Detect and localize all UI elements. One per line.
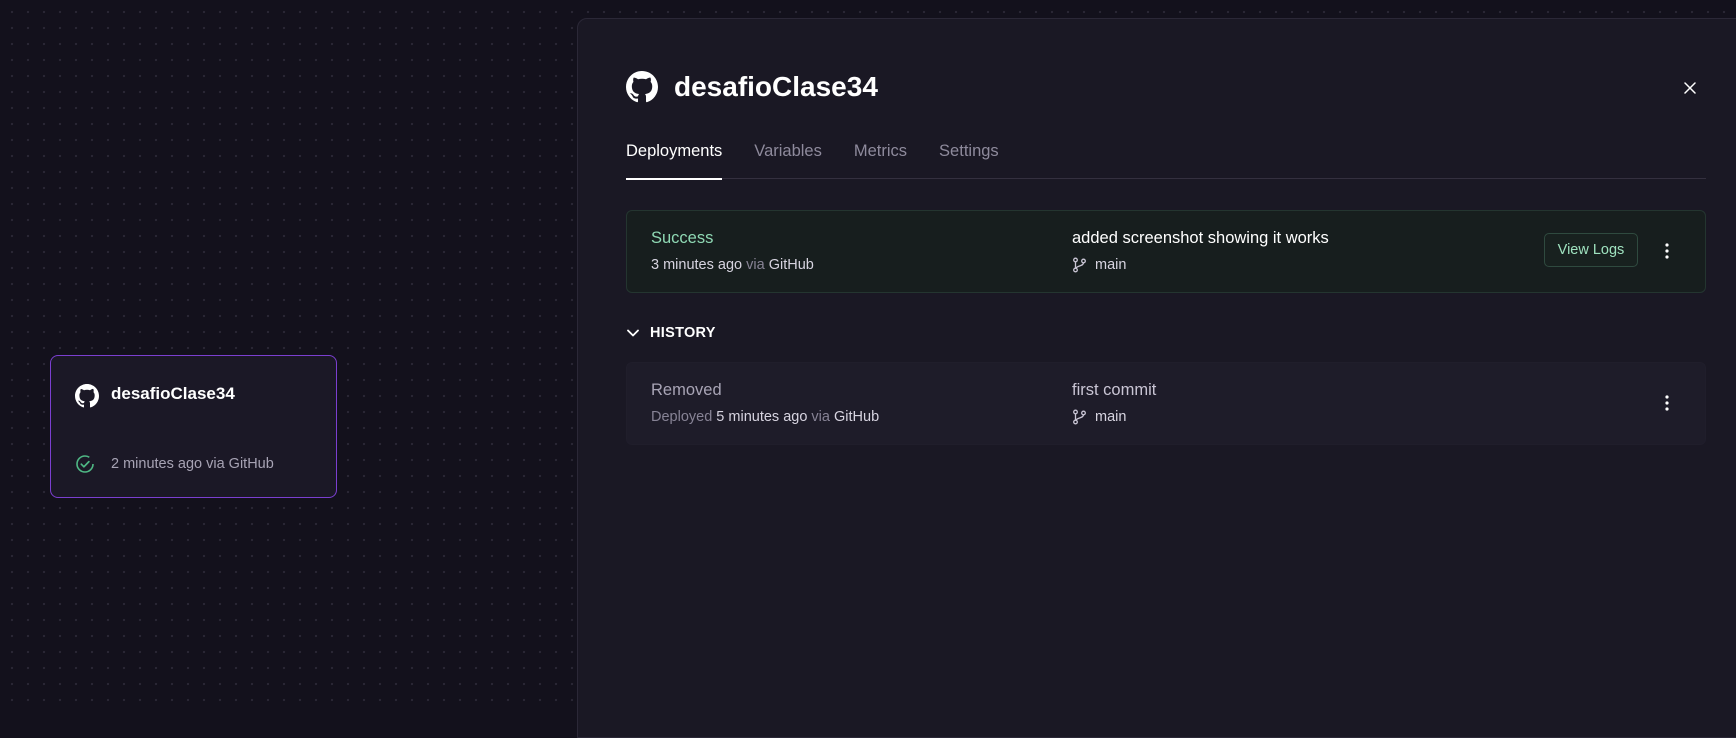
deploy-source: GitHub [768, 257, 814, 273]
tab-metrics[interactable]: Metrics [854, 139, 907, 179]
tab-variables[interactable]: Variables [754, 139, 822, 179]
commit-message: added screenshot showing it works [1072, 229, 1329, 247]
deploy-source: GitHub [834, 409, 880, 425]
branch-name: main [1095, 409, 1127, 425]
page-title: desafioClase34 [674, 71, 878, 102]
deployment-meta: Deployed 5 minutes ago via GitHub [651, 409, 879, 425]
branch-name: main [1095, 257, 1127, 273]
more-vertical-icon [1665, 243, 1669, 259]
more-vertical-icon [1665, 395, 1669, 411]
service-card[interactable]: desafioClase34 2 minutes ago via GitHub [50, 355, 337, 498]
deployed-text: Deployed [651, 409, 713, 425]
status-label: Removed [651, 381, 722, 399]
chevron-down-icon [627, 329, 639, 337]
panel-header: desafioClase34 [626, 69, 878, 105]
branch-info: main [1072, 257, 1126, 273]
tab-bar: Deployments Variables Metrics Settings [626, 139, 1706, 180]
close-icon [1684, 82, 1696, 94]
commit-message: first commit [1072, 381, 1157, 399]
service-name: desafioClase34 [111, 384, 235, 403]
service-panel: desafioClase34 Deployments Variables Met… [577, 18, 1736, 738]
github-icon [626, 71, 658, 103]
active-deployment-row[interactable]: Success 3 minutes ago via GitHub added s… [626, 210, 1706, 293]
via-text: via [811, 409, 830, 425]
history-heading: HISTORY [650, 325, 716, 341]
service-deploy-meta: 2 minutes ago via GitHub [111, 456, 274, 472]
git-branch-icon [1073, 257, 1086, 273]
view-logs-button[interactable]: View Logs [1544, 233, 1638, 267]
github-icon [75, 384, 99, 408]
branch-info: main [1072, 409, 1126, 425]
git-branch-icon [1073, 409, 1086, 425]
history-toggle[interactable]: HISTORY [626, 325, 716, 341]
project-canvas[interactable]: desafioClase34 2 minutes ago via GitHub … [0, 0, 1736, 738]
deployment-menu-button[interactable] [1657, 240, 1677, 262]
deployment-menu-button[interactable] [1657, 392, 1677, 414]
tab-settings[interactable]: Settings [939, 139, 999, 179]
deployment-meta: 3 minutes ago via GitHub [651, 257, 814, 273]
deploy-time: 5 minutes ago [716, 409, 808, 425]
close-button[interactable] [1679, 77, 1701, 99]
check-circle-icon [76, 455, 94, 473]
tab-deployments[interactable]: Deployments [626, 139, 723, 180]
deploy-time: 3 minutes ago [651, 257, 743, 273]
via-text: via [746, 257, 765, 273]
history-deployment-row[interactable]: Removed Deployed 5 minutes ago via GitHu… [626, 362, 1706, 445]
status-label: Success [651, 229, 714, 247]
